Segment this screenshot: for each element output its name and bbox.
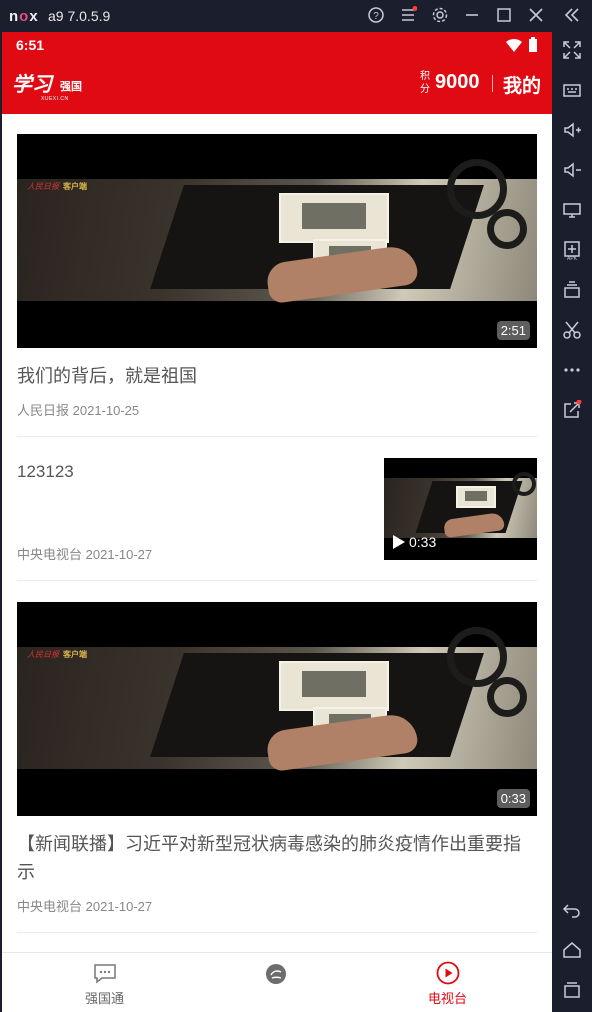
emulator-logo: nox bbox=[9, 8, 39, 25]
video-frame: 人民日报 客户端 bbox=[17, 159, 537, 305]
emulator-title: a9 7.0.5.9 bbox=[48, 8, 111, 24]
volume-up-icon[interactable] bbox=[560, 120, 584, 144]
android-screen: 6:51 学习 强国 XUEXI.CN 积分 9000 我的 人民日报 客户端 … bbox=[2, 32, 552, 1012]
settings-icon[interactable] bbox=[430, 6, 450, 26]
multi-instance-icon[interactable] bbox=[560, 280, 584, 304]
video-source: 人民日报 bbox=[17, 403, 70, 418]
collapse-icon[interactable] bbox=[562, 6, 582, 26]
app-header: 学习 强国 XUEXI.CN 积分 9000 我的 bbox=[2, 58, 552, 114]
play-icon bbox=[393, 535, 405, 549]
tab-label: 电视台 bbox=[427, 991, 467, 1006]
maximize-icon[interactable] bbox=[494, 6, 514, 26]
xuexi-logo-icon bbox=[266, 964, 286, 984]
wifi-icon bbox=[506, 38, 522, 52]
video-title[interactable]: 123123 bbox=[17, 458, 74, 486]
video-thumbnail[interactable]: 0:33 bbox=[384, 458, 537, 560]
video-duration: 2:51 bbox=[496, 321, 530, 340]
video-watermark: 人民日报 客户端 bbox=[27, 650, 87, 659]
more-icon[interactable] bbox=[560, 360, 584, 384]
video-thumbnail[interactable]: 人民日报 客户端 0:33 bbox=[17, 602, 537, 816]
tab-xuexi[interactable] bbox=[185, 953, 368, 1012]
video-source: 中央电视台 bbox=[17, 547, 83, 562]
chat-icon bbox=[94, 964, 116, 984]
header-divider bbox=[492, 75, 493, 92]
minimize-icon[interactable] bbox=[462, 6, 482, 26]
divider bbox=[17, 436, 537, 437]
fullscreen-icon[interactable] bbox=[560, 40, 584, 64]
logo-url: XUEXI.CN bbox=[41, 96, 69, 102]
status-time: 6:51 bbox=[16, 37, 45, 53]
tab-qiangguotong[interactable]: 强国通 bbox=[13, 953, 196, 1012]
recent-apps-icon[interactable] bbox=[560, 980, 584, 1004]
video-watermark: 人民日报 客户端 bbox=[27, 182, 87, 191]
tab-dianshitai[interactable]: 电视台 bbox=[356, 953, 539, 1012]
menu-icon[interactable] bbox=[398, 6, 418, 26]
status-bar: 6:51 bbox=[2, 32, 552, 58]
video-date: 2021-10-27 bbox=[85, 547, 153, 562]
svg-text:?: ? bbox=[373, 11, 379, 22]
video-feed[interactable]: 人民日报 客户端 2:51 我们的背后，就是祖国 人民日报 2021-10-25 … bbox=[2, 114, 552, 952]
logo-calligraphy: 学习 bbox=[12, 72, 52, 96]
video-card[interactable]: 123123 中央电视台 2021-10-27 0:33 bbox=[17, 458, 537, 563]
tab-label: 强国通 bbox=[84, 991, 124, 1006]
video-title[interactable]: 我们的背后，就是祖国 bbox=[17, 362, 537, 390]
scissors-icon[interactable] bbox=[560, 320, 584, 344]
svg-text:APK: APK bbox=[567, 256, 578, 260]
bottom-tab-bar: 强国通 电视台 bbox=[2, 952, 552, 1012]
divider bbox=[17, 932, 537, 933]
video-source: 中央电视台 bbox=[17, 899, 83, 914]
emulator-sidebar: APK bbox=[552, 32, 592, 1012]
close-icon[interactable] bbox=[526, 6, 546, 26]
screen-icon[interactable] bbox=[560, 200, 584, 224]
video-meta: 中央电视台 2021-10-27 bbox=[17, 544, 152, 563]
home-icon[interactable] bbox=[560, 940, 584, 964]
divider bbox=[17, 580, 537, 581]
emulator-titlebar: nox a9 7.0.5.9 ? bbox=[0, 0, 592, 32]
play-circle-icon bbox=[436, 961, 460, 985]
apk-install-icon[interactable]: APK bbox=[560, 240, 584, 264]
video-meta: 中央电视台 2021-10-27 bbox=[17, 896, 537, 915]
battery-icon bbox=[529, 37, 537, 52]
video-frame bbox=[384, 472, 537, 539]
logo-subtitle: 强国 bbox=[60, 81, 82, 93]
help-icon[interactable]: ? bbox=[366, 6, 386, 26]
video-title[interactable]: 【新闻联播】习近平对新型冠状病毒感染的肺炎疫情作出重要指示 bbox=[17, 830, 537, 886]
video-date: 2021-10-25 bbox=[72, 403, 140, 418]
volume-down-icon[interactable] bbox=[560, 160, 584, 184]
video-card[interactable]: 人民日报 客户端 0:33 【新闻联播】习近平对新型冠状病毒感染的肺炎疫情作出重要… bbox=[17, 602, 537, 915]
video-frame: 人民日报 客户端 bbox=[17, 627, 537, 773]
video-duration: 0:33 bbox=[393, 534, 436, 550]
mine-button[interactable]: 我的 bbox=[503, 71, 541, 98]
video-thumbnail[interactable]: 人民日报 客户端 2:51 bbox=[17, 134, 537, 348]
back-icon[interactable] bbox=[560, 900, 584, 924]
share-icon[interactable] bbox=[560, 399, 584, 424]
video-card[interactable]: 人民日报 客户端 2:51 我们的背后，就是祖国 人民日报 2021-10-25 bbox=[17, 134, 537, 419]
video-meta: 人民日报 2021-10-25 bbox=[17, 400, 537, 419]
video-duration: 0:33 bbox=[496, 789, 530, 808]
score-value[interactable]: 9000 bbox=[435, 71, 480, 94]
video-date: 2021-10-27 bbox=[85, 899, 153, 914]
score-label: 积分 bbox=[420, 71, 430, 95]
keyboard-icon[interactable] bbox=[560, 80, 584, 104]
